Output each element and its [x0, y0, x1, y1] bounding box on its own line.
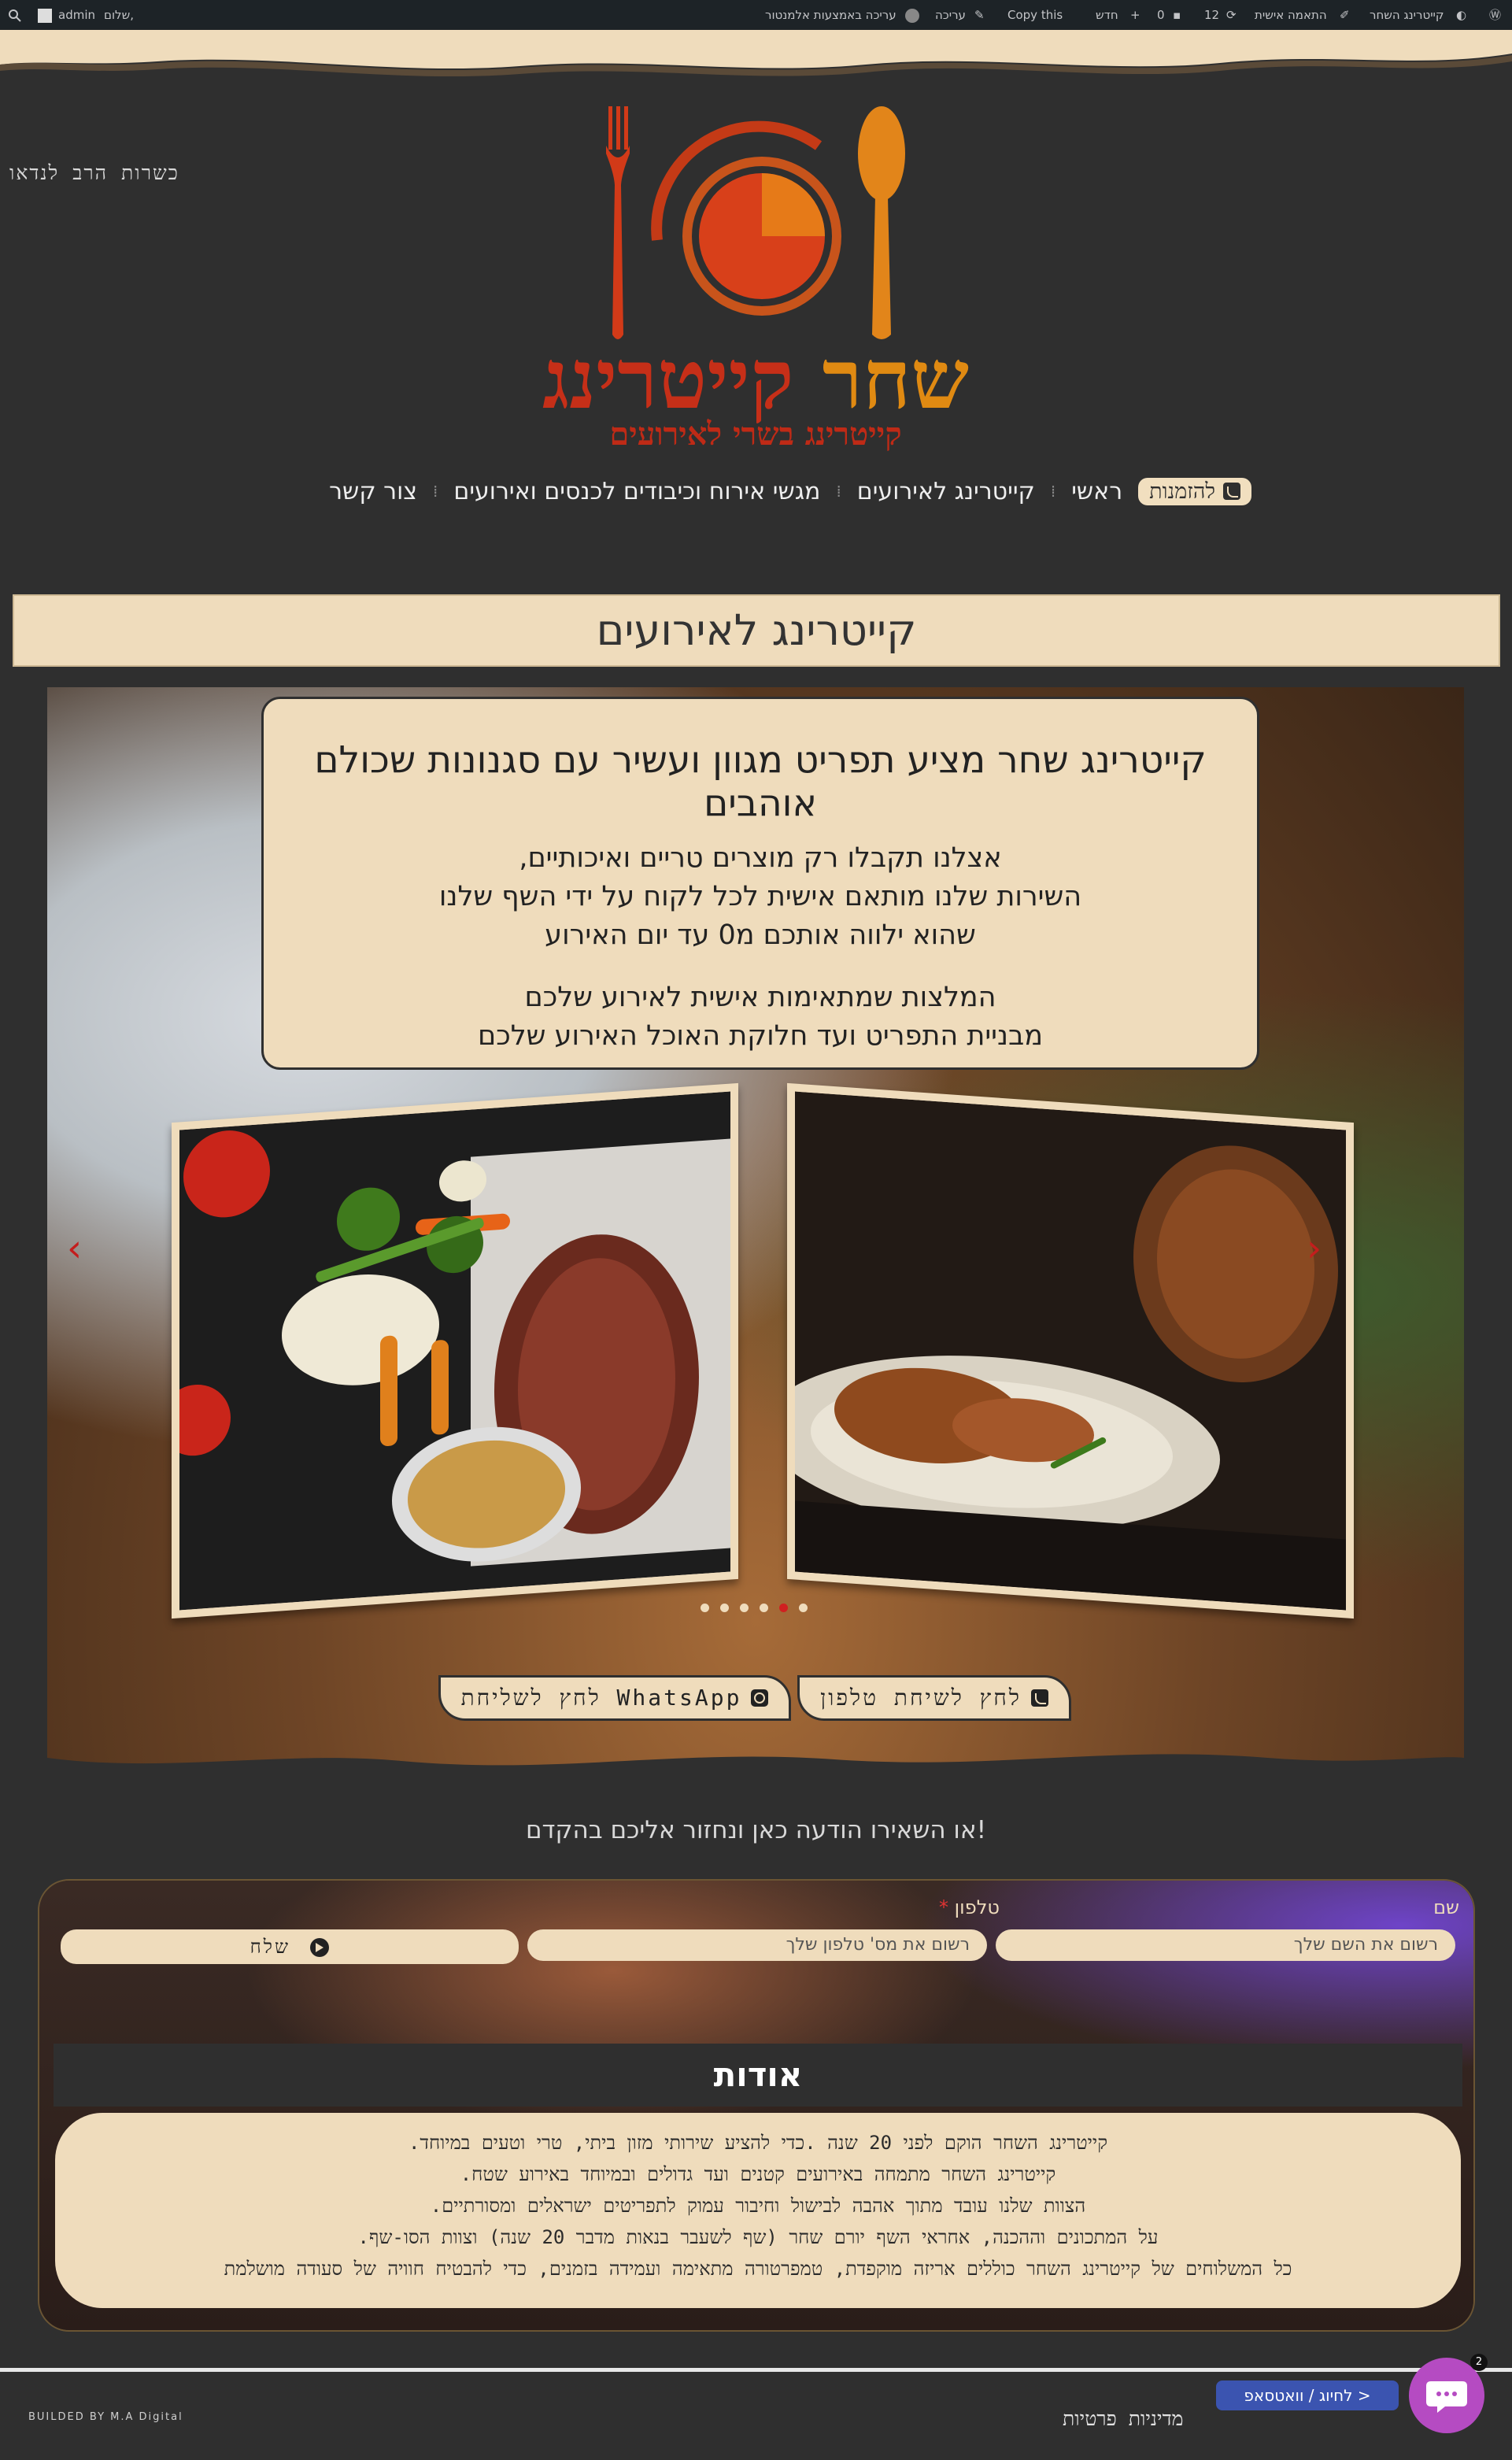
about-text: קייטרינג השחר הוקם לפני 20 שנה .כדי להצי… — [55, 2113, 1461, 2308]
admin-updates-count[interactable]: 12 — [1204, 0, 1219, 30]
nav-item-contact[interactable]: צור קשר — [329, 478, 417, 505]
footer-divider — [0, 2368, 1512, 2372]
nav-item-home[interactable]: ראשי — [1071, 478, 1122, 505]
whatsapp-button[interactable]: לחץ לשליחת WhatsApp — [438, 1675, 791, 1721]
slider-dot[interactable] — [740, 1604, 749, 1612]
phone-input[interactable]: רשום את מס' טלפון שלך — [527, 1929, 987, 1961]
main-nav: להזמנות ראשי ⁞ קייטרינג לאירועים ⁞ מגשי … — [283, 472, 1251, 510]
name-label: שם — [1433, 1896, 1459, 1918]
brand-word-1: קייטרינג — [542, 331, 794, 427]
brush-icon: ✐ — [1340, 8, 1350, 22]
phone-label-text: טלפון — [954, 1896, 1000, 1918]
page-title: קייטרינג לאירועים — [13, 594, 1500, 667]
about-line: הצוות שלנו עובד מתוך אהבה לבישול וחיבור … — [430, 2195, 1086, 2217]
slider-dot[interactable] — [701, 1604, 709, 1612]
admin-site-name[interactable]: קייטרינג השחר — [1370, 0, 1444, 30]
send-arrow-icon — [310, 1938, 330, 1957]
kosher-certification: כשרות הרב לנדאו — [9, 161, 179, 184]
slide-image-chicken[interactable] — [763, 1082, 1354, 1619]
plus-icon: + — [1130, 8, 1140, 22]
call-phone-button[interactable]: לחץ לשיחת טלפון — [797, 1675, 1071, 1721]
steak-image — [160, 1091, 730, 1611]
phone-icon — [1223, 483, 1240, 500]
admin-copy[interactable]: Copy this — [1007, 0, 1063, 30]
nav-cta-orders[interactable]: להזמנות — [1138, 477, 1251, 505]
refresh-icon: ⟳ — [1226, 8, 1237, 22]
logo-plate-icon[interactable] — [582, 98, 929, 342]
send-label: שלח — [250, 1936, 290, 1958]
hero-line: שהוא ילווה אותכם מ0 עד יום האירוע — [545, 919, 976, 951]
about-line: כל המשלוחים של קייטרינג השחר כוללים אריז… — [224, 2258, 1292, 2280]
hero-info-box: קייטרינג שחר מציע תפריט מגוון ועשיר עם ס… — [261, 697, 1259, 1070]
admin-edit-elementor[interactable]: עריכה באמצעות אלמנטור — [765, 0, 896, 30]
comment-icon: ▪ — [1173, 8, 1181, 22]
elementor-icon — [905, 0, 919, 30]
chat-notification-badge: 2 — [1470, 2354, 1488, 2371]
about-line: קייטרינג השחר מתמחה באירועים קטנים ועד ג… — [460, 2163, 1056, 2185]
phone-label: * טלפון — [939, 1896, 1000, 1918]
hero-line: השירות שלנו מותאם אישית לכל לקוח על ידי … — [438, 881, 1082, 912]
slider-prev-arrow[interactable]: ‹ — [67, 1226, 82, 1271]
brand-subtitle: קייטרינג בשרי לאירועים — [609, 416, 902, 453]
call-phone-label: לחץ לשיחת טלפון — [820, 1685, 1022, 1711]
slider-dot-active[interactable] — [779, 1604, 788, 1612]
slider-dot[interactable] — [720, 1604, 729, 1612]
builded-by[interactable]: BUILDED BY M.A Digital — [28, 2411, 183, 2423]
hero-headline: קייטרינג שחר מציע תפריט מגוון ועשיר עם ס… — [314, 738, 1207, 825]
decorative-wave-bottom — [47, 1754, 1464, 1785]
slider-dot[interactable] — [760, 1604, 768, 1612]
admin-edit[interactable]: עריכה — [935, 0, 966, 30]
send-button[interactable]: שלח — [61, 1929, 519, 1964]
chat-call-pill[interactable]: לחיוג / וואטסאפ > — [1216, 2380, 1399, 2410]
nav-item-catering[interactable]: קייטרינג לאירועים — [857, 478, 1035, 505]
leave-message-prompt: או השאירו הודעה כאן ונחזור אליכם בהקדם! — [525, 1816, 987, 1844]
admin-greeting: שלום, — [104, 8, 134, 22]
about-title: אודות — [54, 2044, 1462, 2107]
slide-image-steak[interactable] — [160, 1082, 738, 1619]
privacy-policy-link[interactable]: מדיניות פרטיות — [1063, 2407, 1183, 2431]
admin-bar: admin שלום, עריכה באמצעות אלמנטור עריכה … — [0, 0, 1512, 30]
nav-separator: ⁞ — [836, 482, 841, 501]
hero-section: קייטרינג שחר מציע תפריט מגוון ועשיר עם ס… — [47, 687, 1464, 1785]
nav-separator: ⁞ — [433, 482, 438, 501]
hero-line: המלצות שמתאימות אישית לאירוע שלכם — [524, 982, 996, 1013]
dashboard-icon: ◐ — [1456, 8, 1467, 22]
decorative-wave-top — [0, 30, 1512, 77]
hero-line: אצלנו תקבלו רק מוצרים טריים ואיכותיים, — [519, 842, 1002, 874]
hero-lines-2: המלצות שמתאימות אישית לאירוע שלכם מבניית… — [264, 978, 1257, 1056]
slider-next-arrow[interactable]: › — [1307, 1226, 1322, 1271]
brand-word-2: שחר — [822, 331, 969, 427]
admin-user[interactable]: admin — [58, 0, 95, 30]
name-input[interactable]: רשום את השם שלך — [996, 1929, 1455, 1961]
admin-customize[interactable]: התאמה אישית — [1255, 0, 1327, 30]
pencil-icon: ✎ — [974, 8, 985, 22]
nav-item-trays[interactable]: מגשי אירוח וכיבודים לכנסים ואירועים — [453, 478, 820, 505]
admin-avatar[interactable] — [38, 0, 52, 30]
search-icon[interactable] — [8, 0, 22, 30]
required-asterisk: * — [939, 1896, 948, 1918]
slider-dots — [701, 1604, 808, 1612]
admin-new[interactable]: חדש — [1096, 0, 1118, 30]
about-line: על המתכונים וההכנה, אחראי השף יורם שחר (… — [357, 2226, 1159, 2248]
admin-comments-count[interactable]: 0 — [1157, 0, 1165, 30]
hero-lines: אצלנו תקבלו רק מוצרים טריים ואיכותיים, ה… — [264, 839, 1257, 955]
contact-about-section: שם רשום את השם שלך * טלפון רשום את מס' ט… — [38, 1879, 1475, 2332]
nav-separator: ⁞ — [1050, 482, 1056, 501]
wordpress-icon[interactable]: Ⓦ — [1489, 0, 1501, 30]
nav-cta-label: להזמנות — [1149, 479, 1215, 504]
phone-icon — [1030, 1689, 1048, 1707]
brand-name: שחר קייטרינג — [504, 338, 1007, 420]
whatsapp-icon — [751, 1689, 769, 1707]
whatsapp-label: לחץ לשליחת WhatsApp — [460, 1685, 742, 1711]
slider-dot[interactable] — [799, 1604, 808, 1612]
about-line: קייטרינג השחר הוקם לפני 20 שנה .כדי להצי… — [408, 2132, 1108, 2154]
hero-line: מבניית התפריט ועד חלוקת האוכל האירוע שלכ… — [477, 1020, 1044, 1052]
chicken-image — [763, 1091, 1346, 1611]
